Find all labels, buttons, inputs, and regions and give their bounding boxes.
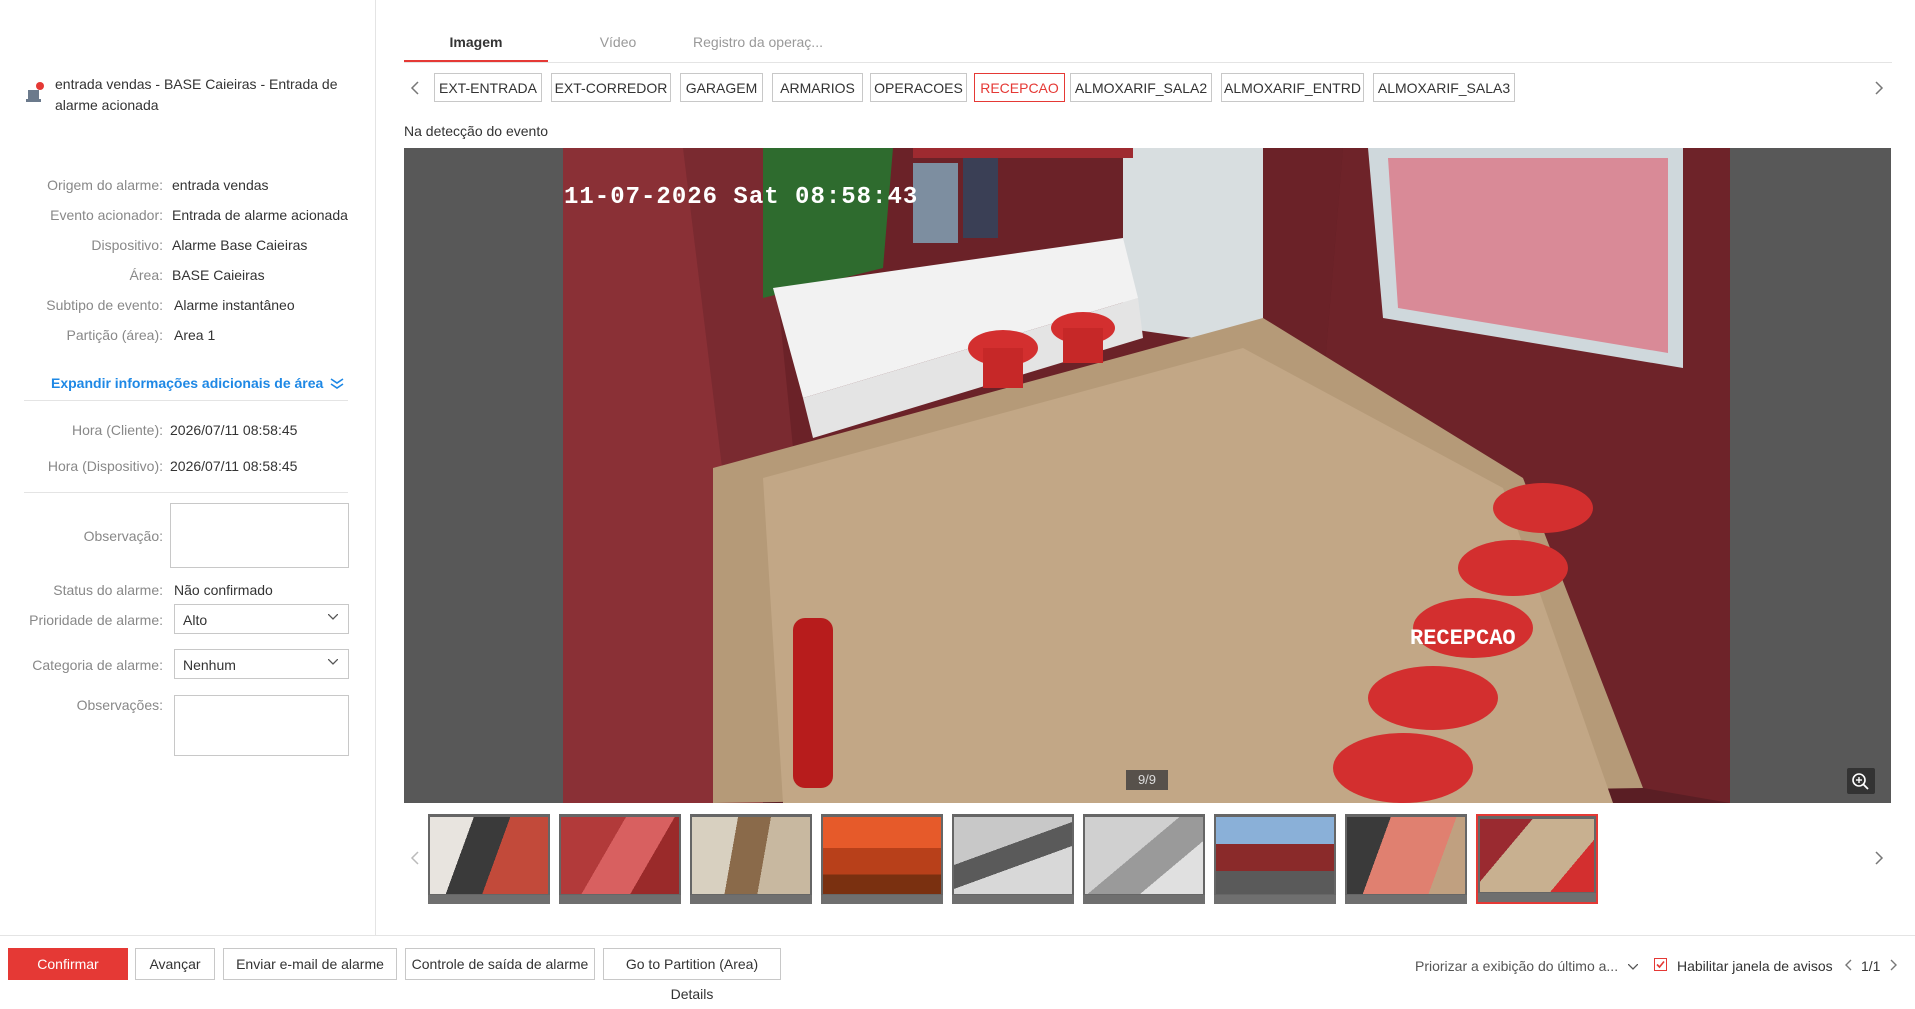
origin-label: Origem do alarme: [47, 177, 163, 193]
thumbnail-1[interactable] [428, 814, 550, 904]
partition-label: Partição (área): [66, 327, 163, 343]
area-label: Área: [129, 267, 163, 283]
expand-area-info-link[interactable]: Expandir informações adicionais de área [51, 375, 344, 391]
alarm-siren-icon [26, 82, 44, 102]
tabs-divider [404, 62, 1892, 63]
chevron-left-icon[interactable] [408, 81, 422, 95]
tab-operation-log[interactable]: Registro da operaç... [680, 34, 836, 50]
capture-caption: Na detecção do evento [404, 123, 548, 139]
camera-button-ext-entrada[interactable]: EXT-ENTRADA [434, 73, 542, 102]
area-value: BASE Caieiras [172, 267, 265, 283]
chevron-down-icon [328, 614, 338, 620]
chevron-left-icon[interactable] [408, 851, 422, 865]
camera-button-almoxarif-sala3[interactable]: ALMOXARIF_SALA3 [1373, 73, 1515, 102]
alarm-category-label: Categoria de alarme: [32, 657, 163, 673]
alarm-priority-value: Alto [183, 612, 208, 628]
event-subtype-label: Subtipo de evento: [46, 297, 163, 313]
alarm-priority-label: Prioridade de alarme: [29, 612, 163, 628]
osd-datetime: 11-07-2026 Sat 08:58:43 [564, 184, 919, 211]
divider [24, 400, 348, 401]
osd-camera-name: RECEPCAO [1410, 626, 1516, 651]
double-chevron-down-icon [330, 378, 344, 390]
chevron-down-icon [328, 659, 338, 665]
enable-popup-checkbox[interactable] [1654, 958, 1667, 971]
thumbnail-4[interactable] [821, 814, 943, 904]
alarm-category-value: Nenhum [183, 657, 236, 673]
trigger-event-value: Entrada de alarme acionada [172, 207, 348, 223]
thumbnail-8[interactable] [1345, 814, 1467, 904]
remarks-textarea[interactable] [174, 695, 349, 756]
alarm-title: entrada vendas - BASE Caieiras - Entrada… [55, 76, 338, 113]
camera-snapshot [563, 148, 1730, 803]
alarm-details-panel: entrada vendas - BASE Caieiras - Entrada… [0, 0, 376, 935]
send-alarm-email-button[interactable]: Enviar e-mail de alarme [223, 948, 397, 980]
alarm-category-select[interactable]: Nenhum [174, 649, 349, 679]
camera-button-recepcao[interactable]: RECEPCAO [974, 73, 1065, 102]
next-button[interactable]: Avançar [135, 948, 215, 980]
observation-textarea[interactable] [170, 503, 349, 568]
thumbnail-6[interactable] [1083, 814, 1205, 904]
device-label: Dispositivo: [91, 237, 163, 253]
alarm-status-label: Status do alarme: [53, 582, 163, 598]
camera-button-armarios[interactable]: ARMARIOS [772, 73, 863, 102]
thumbnail-9[interactable] [1476, 814, 1598, 904]
thumbnail-5[interactable] [952, 814, 1074, 904]
alarm-status-value: Não confirmado [174, 582, 273, 598]
partition-details-button[interactable]: Go to Partition (Area) Details [603, 948, 781, 1002]
chevron-left-icon[interactable] [1842, 958, 1856, 972]
device-value: Alarme Base Caieiras [172, 237, 308, 253]
partition-value: Area 1 [174, 327, 216, 343]
event-subtype-value: Alarme instantâneo [174, 297, 295, 313]
footer-divider [0, 935, 1915, 936]
observation-label: Observação: [83, 528, 163, 544]
image-viewer[interactable]: 11-07-2026 Sat 08:58:43 RECEPCAO 9/9 [404, 148, 1891, 803]
device-time-label: Hora (Dispositivo): [47, 458, 163, 474]
tab-video[interactable]: Vídeo [580, 34, 656, 50]
thumbnail-2[interactable] [559, 814, 681, 904]
chevron-right-icon[interactable] [1886, 958, 1900, 972]
tab-image[interactable]: Imagem [404, 34, 548, 50]
enable-popup-label: Habilitar janela de avisos [1677, 958, 1833, 974]
check-icon [1656, 960, 1665, 969]
chevron-right-icon[interactable] [1872, 81, 1886, 95]
alarm-priority-select[interactable]: Alto [174, 604, 349, 634]
thumbnail-7[interactable] [1214, 814, 1336, 904]
device-time-value: 2026/07/11 08:58:45 [170, 458, 298, 474]
remarks-label: Observações: [76, 697, 163, 713]
chevron-right-icon[interactable] [1872, 851, 1886, 865]
trigger-event-label: Evento acionador: [50, 207, 163, 223]
confirm-button[interactable]: Confirmar [8, 948, 128, 980]
divider [24, 492, 348, 493]
zoom-in-button[interactable] [1847, 768, 1875, 794]
origin-value: entrada vendas [172, 177, 269, 193]
zoom-in-icon [1852, 773, 1869, 790]
priority-display-select[interactable]: Priorizar a exibição do último a... [1415, 958, 1639, 974]
camera-button-almoxarif-entrd[interactable]: ALMOXARIF_ENTRD [1221, 73, 1364, 102]
image-counter: 9/9 [1126, 770, 1168, 790]
camera-button-almoxarif-sala2[interactable]: ALMOXARIF_SALA2 [1070, 73, 1212, 102]
pager: 1/1 [1861, 958, 1881, 974]
client-time-label: Hora (Cliente): [71, 422, 163, 438]
client-time-value: 2026/07/11 08:58:45 [170, 422, 298, 438]
priority-display-label: Priorizar a exibição do último a... [1415, 958, 1619, 974]
chevron-down-icon [1627, 963, 1639, 971]
alarm-output-control-button[interactable]: Controle de saída de alarme [405, 948, 595, 980]
camera-button-garagem[interactable]: GARAGEM [680, 73, 763, 102]
thumbnail-3[interactable] [690, 814, 812, 904]
camera-button-operacoes[interactable]: OPERACOES [870, 73, 967, 102]
expand-area-info-label: Expandir informações adicionais de área [51, 375, 324, 391]
camera-button-ext-corredor[interactable]: EXT-CORREDOR [551, 73, 671, 102]
